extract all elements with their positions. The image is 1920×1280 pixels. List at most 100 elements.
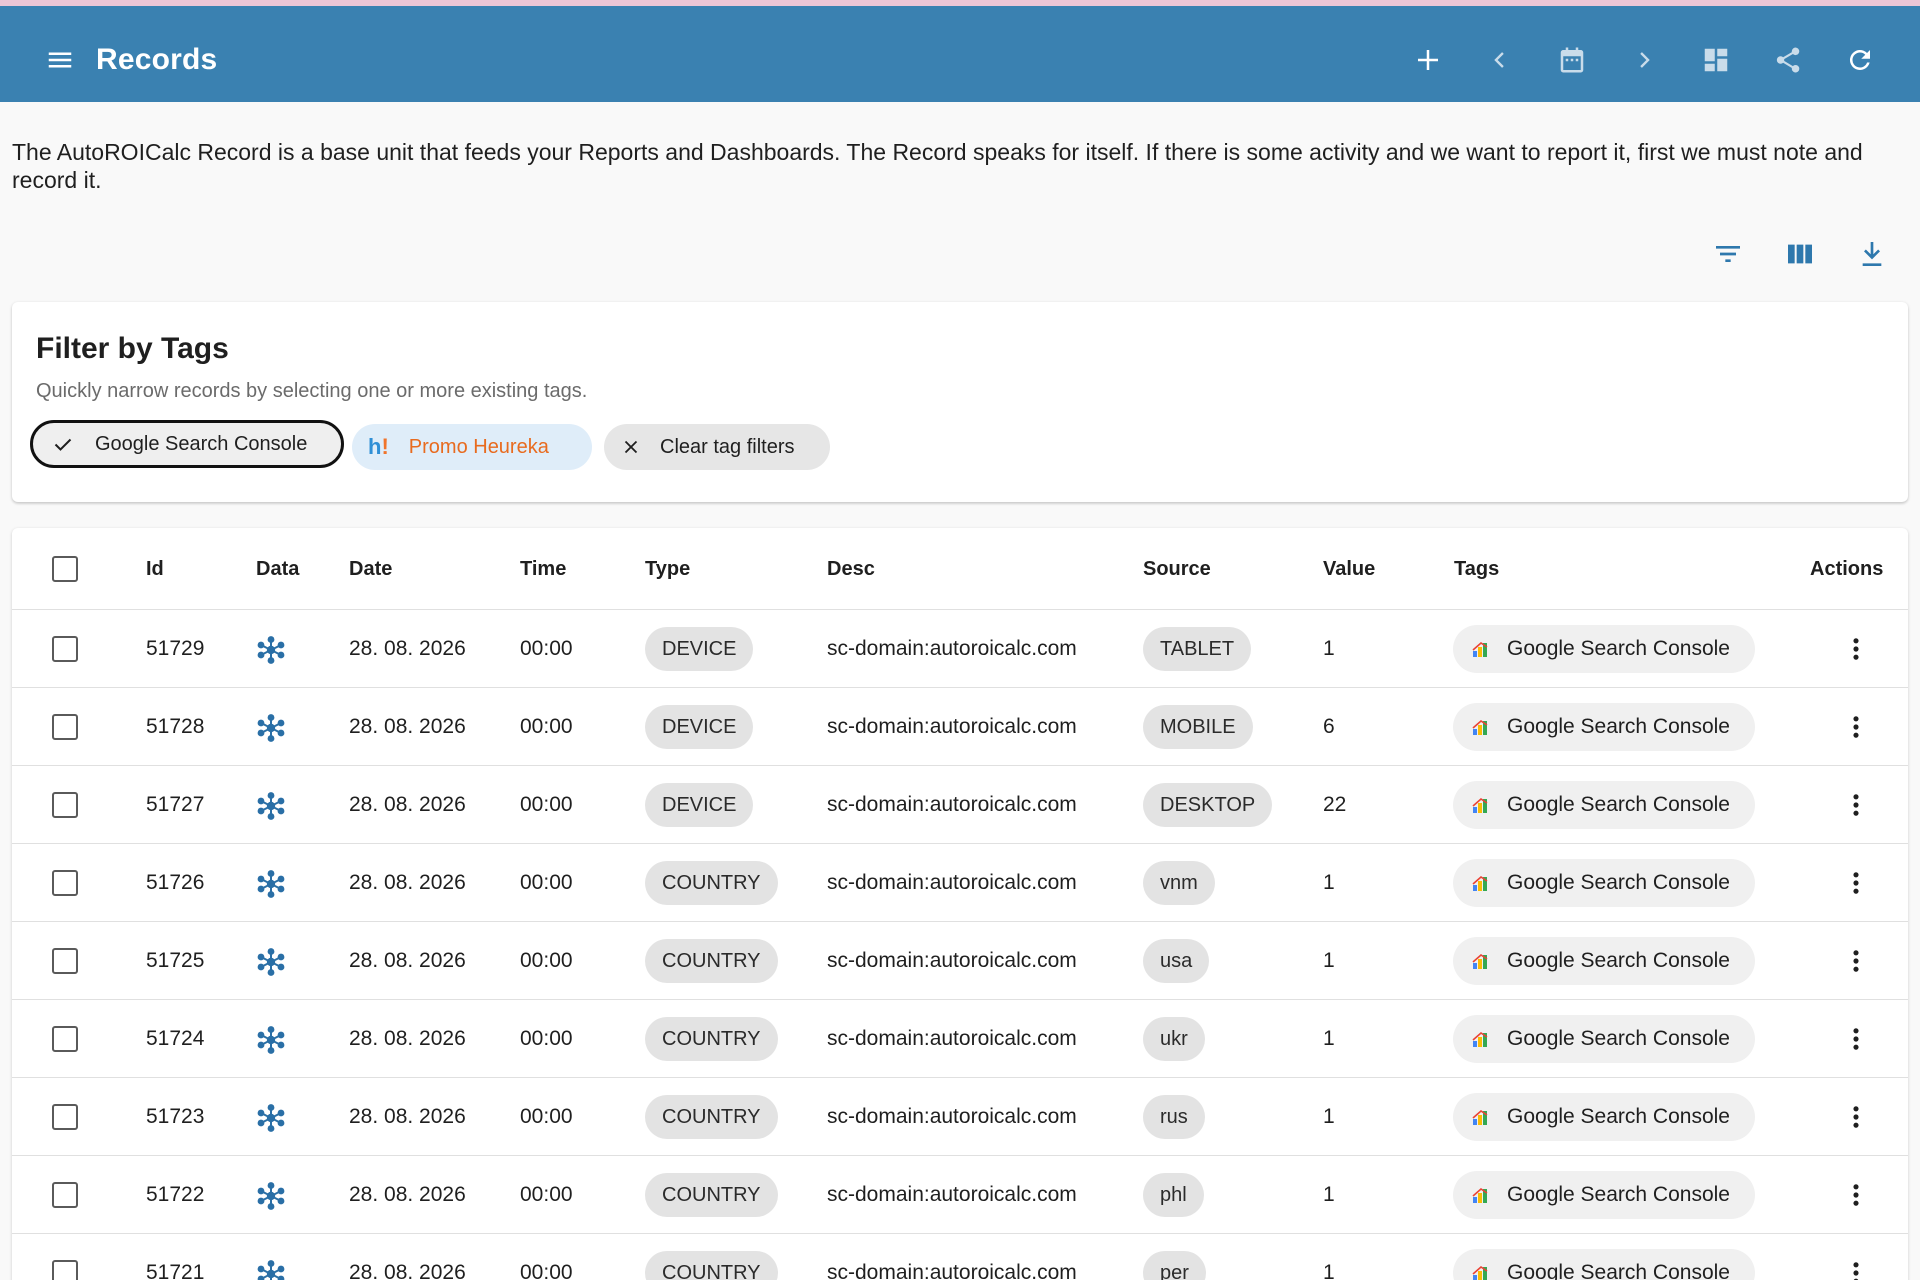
calendar-button[interactable] xyxy=(1548,36,1596,84)
tag-chip[interactable]: Google Search Console xyxy=(1453,1093,1755,1141)
cell-time: 00:00 xyxy=(520,793,573,816)
row-actions-button[interactable] xyxy=(1832,781,1880,829)
tag-chip-label: Google Search Console xyxy=(1507,1027,1730,1050)
row-checkbox[interactable] xyxy=(52,636,78,662)
row-checkbox[interactable] xyxy=(52,948,78,974)
more-vert-icon xyxy=(1853,794,1859,816)
row-actions-button[interactable] xyxy=(1832,625,1880,673)
type-badge: COUNTRY xyxy=(645,861,778,905)
add-record-button[interactable] xyxy=(1404,36,1452,84)
table-row[interactable]: 51723 28. 08. 2026 00:00 COUNTRY sc-domain:a… xyxy=(12,1078,1908,1156)
data-structure-icon xyxy=(257,1026,285,1054)
tag-chip-label: Google Search Console xyxy=(1507,793,1730,816)
table-row[interactable]: 51725 28. 08. 2026 00:00 COUNTRY sc-domain:a… xyxy=(12,922,1908,1000)
cell-value: 1 xyxy=(1323,1105,1335,1128)
columns-button[interactable] xyxy=(1776,230,1824,278)
column-header-source[interactable]: Source xyxy=(1143,528,1211,610)
column-header-time[interactable]: Time xyxy=(520,528,566,610)
tag-chip[interactable]: Google Search Console xyxy=(1453,1249,1755,1280)
tag-chip[interactable]: Google Search Console xyxy=(1453,1015,1755,1063)
share-button[interactable] xyxy=(1764,36,1812,84)
row-checkbox[interactable] xyxy=(52,792,78,818)
tag-filter-card: Filter by Tags Quickly narrow records by… xyxy=(12,302,1908,502)
source-badge: phl xyxy=(1143,1173,1204,1217)
cell-time: 00:00 xyxy=(520,637,573,660)
tag-chip-google-search-console[interactable]: Google Search Console xyxy=(30,420,344,468)
select-all-checkbox[interactable] xyxy=(52,556,78,582)
more-vert-icon xyxy=(1853,1106,1859,1128)
cell-desc: sc-domain:autoroicalc.com xyxy=(827,1183,1077,1206)
cell-desc: sc-domain:autoroicalc.com xyxy=(827,793,1077,816)
source-badge: rus xyxy=(1143,1095,1205,1139)
column-header-type[interactable]: Type xyxy=(645,528,690,610)
row-checkbox[interactable] xyxy=(52,870,78,896)
refresh-button[interactable] xyxy=(1836,36,1884,84)
google-search-console-icon xyxy=(1472,641,1488,657)
share-icon xyxy=(1776,47,1800,73)
table-row[interactable]: 51729 28. 08. 2026 00:00 DEVICE sc-domain:au… xyxy=(12,610,1908,688)
tag-chip[interactable]: Google Search Console xyxy=(1453,781,1755,829)
table-row[interactable]: 51727 28. 08. 2026 00:00 DEVICE sc-domain:au… xyxy=(12,766,1908,844)
column-header-data[interactable]: Data xyxy=(256,528,299,610)
tag-chip[interactable]: Google Search Console xyxy=(1453,625,1755,673)
cell-value: 6 xyxy=(1323,715,1335,738)
tag-chip-promo-heureka[interactable]: h! Promo Heureka xyxy=(352,424,592,470)
row-checkbox[interactable] xyxy=(52,714,78,740)
column-header-desc[interactable]: Desc xyxy=(827,528,875,610)
cell-value: 1 xyxy=(1323,871,1335,894)
google-search-console-icon xyxy=(1472,719,1488,735)
source-badge: vnm xyxy=(1143,861,1215,905)
table-row[interactable]: 51721 28. 08. 2026 00:00 COUNTRY sc-domain:a… xyxy=(12,1234,1908,1280)
google-search-console-icon xyxy=(1472,875,1488,891)
tag-chip-label: Google Search Console xyxy=(1507,1183,1730,1206)
row-actions-button[interactable] xyxy=(1832,1015,1880,1063)
table-row[interactable]: 51726 28. 08. 2026 00:00 COUNTRY sc-domain:a… xyxy=(12,844,1908,922)
download-button[interactable] xyxy=(1848,230,1896,278)
cell-time: 00:00 xyxy=(520,949,573,972)
filter-button[interactable] xyxy=(1704,230,1752,278)
row-actions-button[interactable] xyxy=(1832,859,1880,907)
cell-desc: sc-domain:autoroicalc.com xyxy=(827,1027,1077,1050)
dashboard-button[interactable] xyxy=(1692,36,1740,84)
source-badge: per xyxy=(1143,1251,1206,1280)
more-vert-icon xyxy=(1853,1262,1859,1280)
table-row[interactable]: 51724 28. 08. 2026 00:00 COUNTRY sc-domain:a… xyxy=(12,1000,1908,1078)
row-actions-button[interactable] xyxy=(1832,703,1880,751)
cell-time: 00:00 xyxy=(520,1027,573,1050)
data-structure-icon xyxy=(257,1104,285,1132)
type-badge: COUNTRY xyxy=(645,1017,778,1061)
column-header-tags[interactable]: Tags xyxy=(1454,528,1499,610)
tag-chip[interactable]: Google Search Console xyxy=(1453,937,1755,985)
table-row[interactable]: 51722 28. 08. 2026 00:00 COUNTRY sc-domain:a… xyxy=(12,1156,1908,1234)
column-header-value[interactable]: Value xyxy=(1323,528,1375,610)
next-period-button[interactable] xyxy=(1620,36,1668,84)
menu-button[interactable] xyxy=(36,36,84,84)
row-checkbox[interactable] xyxy=(52,1260,78,1280)
row-checkbox[interactable] xyxy=(52,1104,78,1130)
cell-date: 28. 08. 2026 xyxy=(349,1183,466,1206)
cell-id: 51729 xyxy=(146,637,205,660)
tag-chip[interactable]: Google Search Console xyxy=(1453,1171,1755,1219)
type-badge: COUNTRY xyxy=(645,1251,778,1280)
add-icon xyxy=(1418,50,1438,70)
data-structure-icon xyxy=(257,1260,285,1280)
row-checkbox[interactable] xyxy=(52,1026,78,1052)
cell-time: 00:00 xyxy=(520,1105,573,1128)
chevron-left-icon xyxy=(1494,52,1504,68)
column-header-date[interactable]: Date xyxy=(349,528,392,610)
column-header-id[interactable]: Id xyxy=(146,528,164,610)
clear-tag-filters-chip[interactable]: Clear tag filters xyxy=(604,424,830,470)
row-actions-button[interactable] xyxy=(1832,1171,1880,1219)
tag-chip[interactable]: Google Search Console xyxy=(1453,859,1755,907)
source-badge: DESKTOP xyxy=(1143,783,1273,827)
row-actions-button[interactable] xyxy=(1832,937,1880,985)
row-checkbox[interactable] xyxy=(52,1182,78,1208)
row-actions-button[interactable] xyxy=(1832,1093,1880,1141)
tag-chip[interactable]: Google Search Console xyxy=(1453,703,1755,751)
previous-period-button[interactable] xyxy=(1476,36,1524,84)
source-badge: TABLET xyxy=(1143,627,1252,671)
table-row[interactable]: 51728 28. 08. 2026 00:00 DEVICE sc-domain:au… xyxy=(12,688,1908,766)
data-structure-icon xyxy=(257,792,285,820)
filter-icon xyxy=(1716,246,1740,262)
row-actions-button[interactable] xyxy=(1832,1249,1880,1280)
